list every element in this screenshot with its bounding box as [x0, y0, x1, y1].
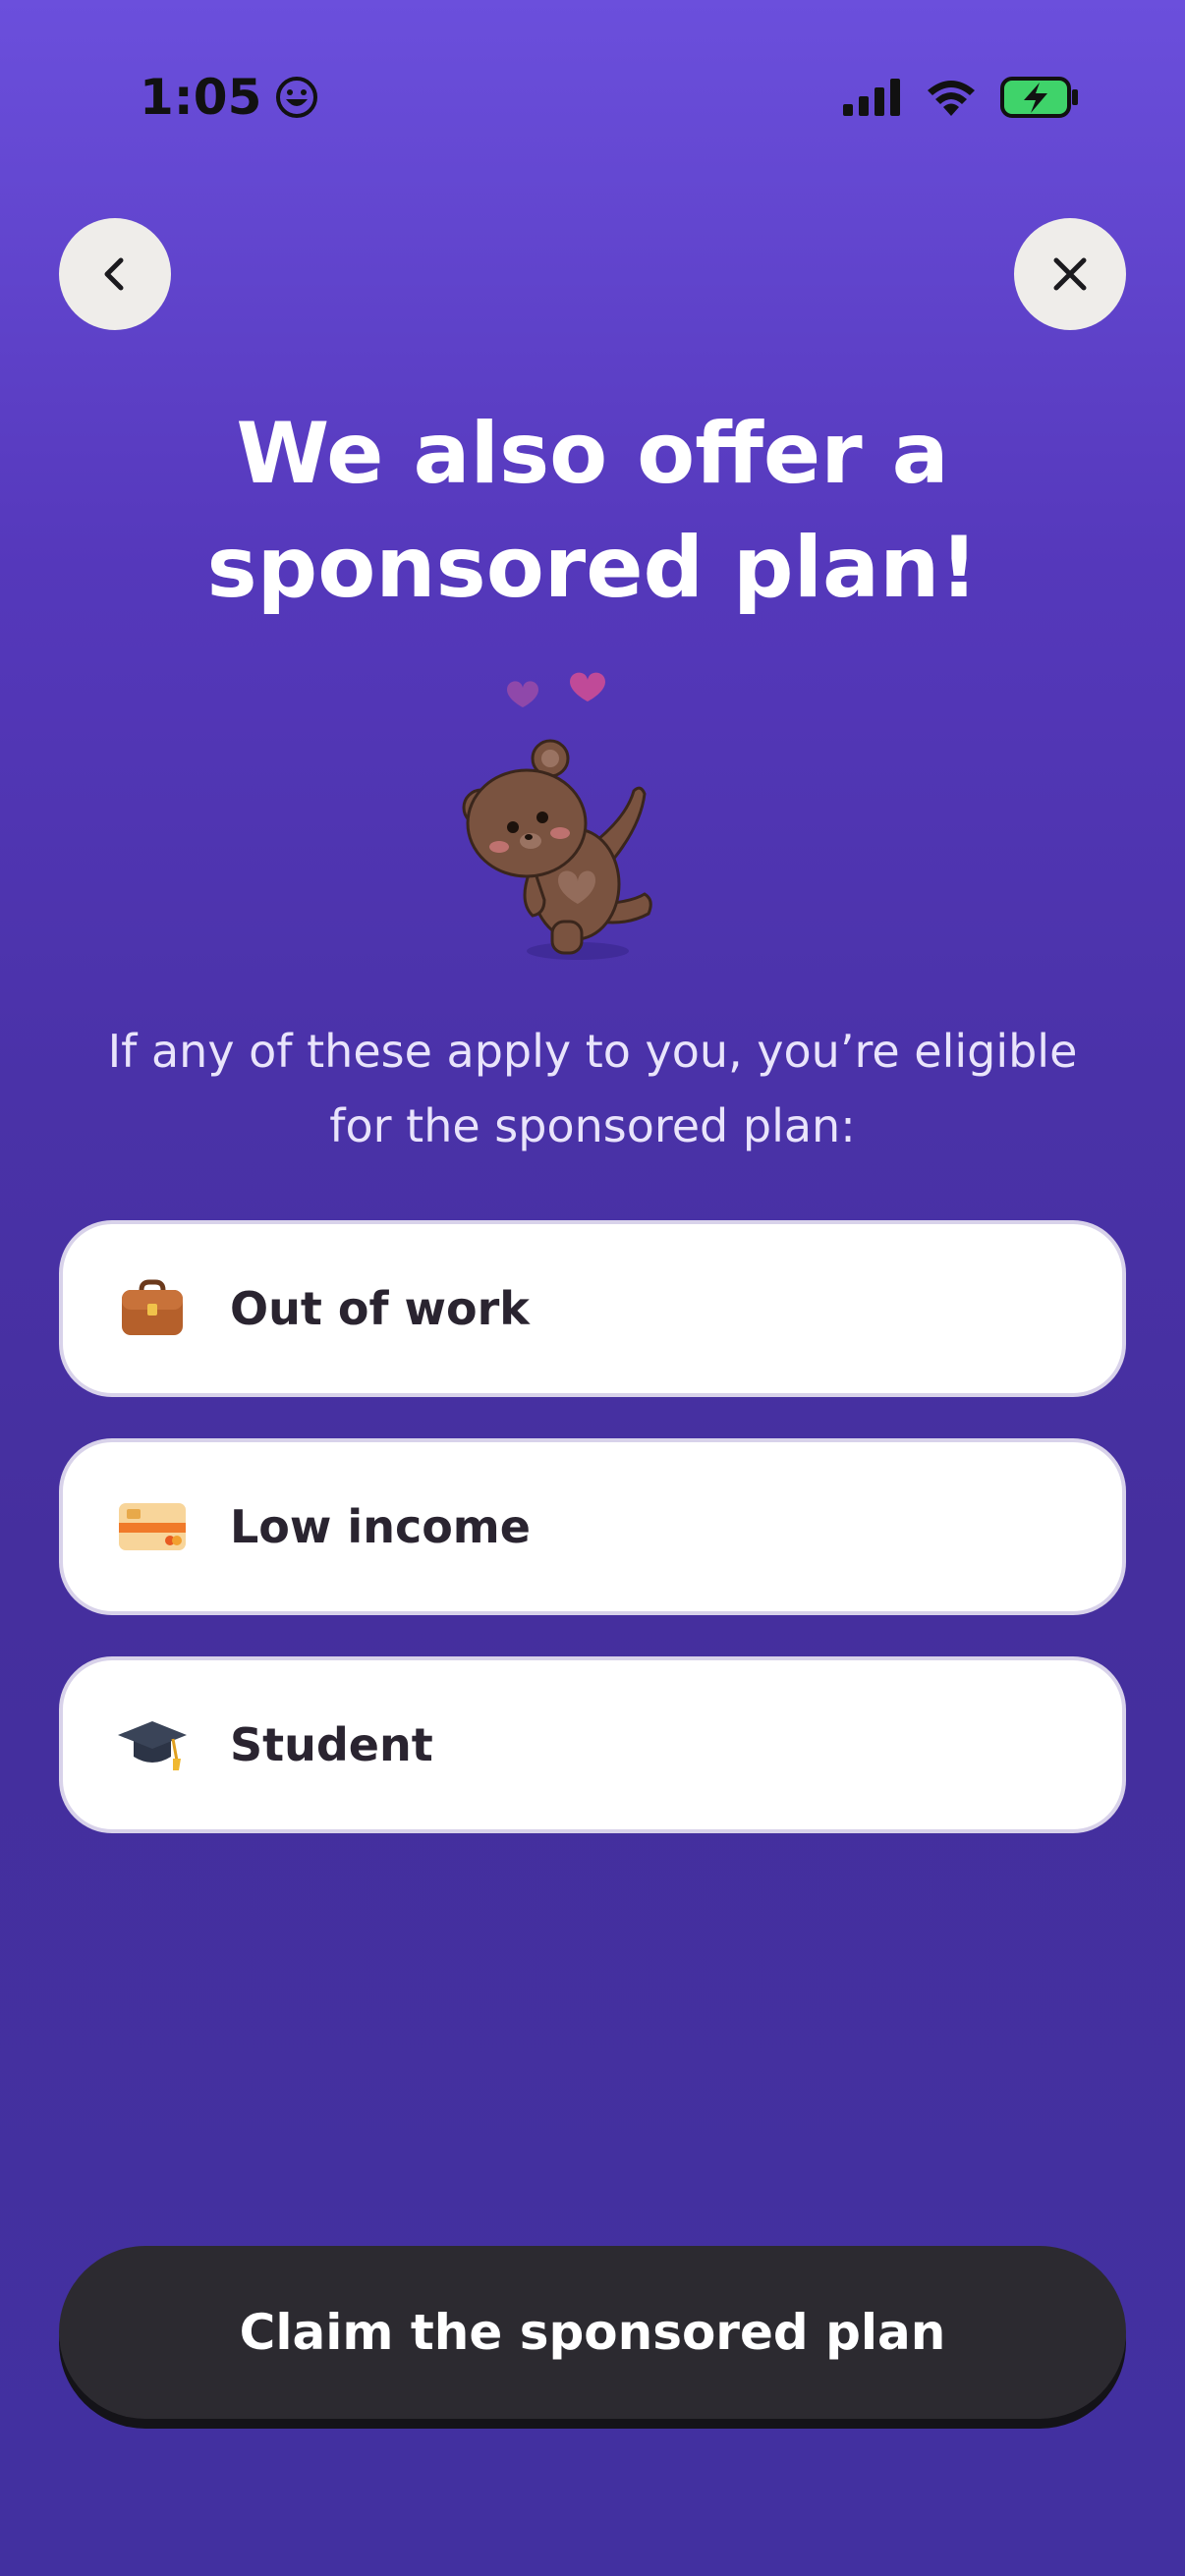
smiley-icon: [276, 77, 318, 118]
wifi-icon: [928, 81, 975, 116]
close-icon: [1053, 257, 1087, 291]
status-time: 1:05: [140, 65, 318, 130]
option-out-of-work[interactable]: Out of work: [59, 1220, 1126, 1397]
signal-icon: [843, 79, 900, 116]
eligibility-options: Out of work Low income Student: [59, 1220, 1126, 1875]
option-label: Low income: [230, 1500, 531, 1553]
eligibility-text: If any of these apply to you, you’re eli…: [107, 1025, 1078, 1152]
briefcase-icon: [116, 1272, 189, 1345]
status-time-text: 1:05: [140, 69, 262, 126]
graduation-cap-icon: [116, 1708, 189, 1781]
option-label: Out of work: [230, 1282, 530, 1335]
option-low-income[interactable]: Low income: [59, 1438, 1126, 1615]
page-title: We also offer a sponsored plan!: [206, 405, 979, 617]
screen: { "status_bar": { "time": "1:05", "icons…: [0, 0, 1185, 2576]
bear-illustration: [462, 672, 652, 960]
chevron-left-icon: [104, 257, 124, 291]
battery-charging-icon: [1000, 77, 1078, 118]
status-icons: [843, 75, 1079, 120]
credit-card-icon: [116, 1490, 189, 1563]
close-button[interactable]: [1014, 218, 1126, 330]
claim-sponsored-plan-button[interactable]: Claim the sponsored plan: [59, 2246, 1126, 2419]
option-label: Student: [230, 1718, 433, 1771]
option-student[interactable]: Student: [59, 1656, 1126, 1833]
back-button[interactable]: [59, 218, 171, 330]
